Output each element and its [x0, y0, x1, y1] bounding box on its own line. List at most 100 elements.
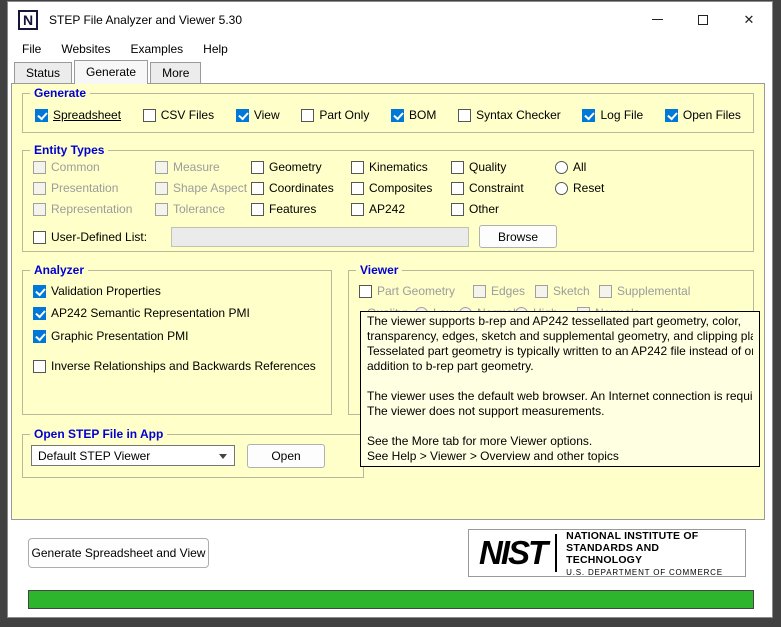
entity-col-radios: All Reset	[555, 159, 604, 201]
checkbox-icon	[458, 109, 471, 122]
tooltip-line	[367, 374, 753, 389]
checkbox-inverse-relationships[interactable]: Inverse Relationships and Backwards Refe…	[33, 358, 316, 374]
checkbox-icon	[143, 109, 156, 122]
radio-all[interactable]: All	[555, 159, 604, 175]
generate-tab-panel: Generate Spreadsheet CSV Files View Part…	[11, 83, 765, 520]
checkbox-label: Composites	[369, 181, 432, 195]
checkbox-label: Inverse Relationships and Backwards Refe…	[51, 359, 316, 373]
checkbox-icon	[599, 285, 612, 298]
checkbox-ap242-semantic-pmi[interactable]: AP242 Semantic Representation PMI	[33, 305, 250, 321]
minimize-button[interactable]	[634, 2, 680, 37]
checkbox-label: Shape Aspect	[173, 181, 247, 195]
checkbox-icon	[33, 203, 46, 216]
generate-options-row: Spreadsheet CSV Files View Part Only BOM	[23, 94, 753, 123]
checkbox-spreadsheet[interactable]: Spreadsheet	[35, 107, 121, 123]
checkbox-label: Quality	[469, 160, 506, 174]
checkbox-label: Syntax Checker	[476, 108, 561, 122]
nist-wordmark: NIST	[479, 534, 546, 572]
checkbox-icon	[35, 109, 48, 122]
checkbox-kinematics[interactable]: Kinematics	[351, 159, 432, 175]
checkbox-geometry[interactable]: Geometry	[251, 159, 334, 175]
checkbox-label: User-Defined List:	[51, 230, 147, 244]
tooltip-line	[367, 419, 753, 434]
viewer-tooltip: The viewer supports b-rep and AP242 tess…	[360, 311, 760, 467]
app-window: N STEP File Analyzer and Viewer 5.30 ✕ F…	[7, 1, 773, 618]
checkbox-composites[interactable]: Composites	[351, 180, 432, 196]
checkbox-icon	[251, 161, 264, 174]
title-bar: N STEP File Analyzer and Viewer 5.30 ✕	[8, 2, 772, 37]
entity-col-2: Measure Shape Aspect Tolerance	[155, 159, 247, 222]
entity-col-4: Kinematics Composites AP242	[351, 159, 432, 222]
checkbox-user-defined-list[interactable]: User-Defined List:	[33, 229, 147, 245]
checkbox-supplemental: Supplemental	[599, 283, 690, 299]
checkbox-ap242[interactable]: AP242	[351, 201, 432, 217]
window-title: STEP File Analyzer and Viewer 5.30	[49, 13, 242, 27]
checkbox-label: Representation	[51, 202, 132, 216]
checkbox-icon	[33, 360, 46, 373]
checkbox-icon	[155, 182, 168, 195]
app-icon: N	[18, 10, 38, 30]
menu-help[interactable]: Help	[193, 39, 238, 59]
checkbox-features[interactable]: Features	[251, 201, 334, 217]
checkbox-icon	[155, 161, 168, 174]
nist-logo-line1: NATIONAL INSTITUTE OF	[566, 530, 735, 542]
generate-group: Generate Spreadsheet CSV Files View Part…	[22, 93, 754, 133]
close-icon: ✕	[744, 12, 755, 28]
desktop: { "window": { "icon": "N", "title": "STE…	[0, 0, 781, 627]
tab-more[interactable]: More	[150, 62, 201, 83]
radio-icon	[555, 182, 568, 195]
checkbox-syntax-checker[interactable]: Syntax Checker	[458, 107, 561, 123]
checkbox-label: Geometry	[269, 160, 322, 174]
checkbox-view[interactable]: View	[236, 107, 280, 123]
nist-logo-line3: U.S. DEPARTMENT OF COMMERCE	[566, 568, 735, 577]
nist-logo-text: NATIONAL INSTITUTE OF STANDARDS AND TECH…	[566, 530, 735, 577]
checkbox-icon	[33, 231, 46, 244]
checkbox-csv-files[interactable]: CSV Files	[143, 107, 214, 123]
window-controls: ✕	[634, 2, 772, 37]
menu-websites[interactable]: Websites	[51, 39, 120, 59]
checkbox-icon	[251, 182, 264, 195]
maximize-button[interactable]	[680, 2, 726, 37]
browse-button[interactable]: Browse	[479, 225, 557, 248]
checkbox-label: AP242 Semantic Representation PMI	[51, 306, 250, 320]
checkbox-icon	[582, 109, 595, 122]
checkbox-open-files[interactable]: Open Files	[665, 107, 741, 123]
checkbox-icon	[535, 285, 548, 298]
checkbox-other[interactable]: Other	[451, 201, 524, 217]
checkbox-icon	[155, 203, 168, 216]
checkbox-quality[interactable]: Quality	[451, 159, 524, 175]
checkbox-validation-properties[interactable]: Validation Properties	[33, 283, 161, 299]
tab-generate[interactable]: Generate	[74, 60, 148, 84]
checkbox-bom[interactable]: BOM	[391, 107, 436, 123]
close-button[interactable]: ✕	[726, 2, 772, 37]
menu-examples[interactable]: Examples	[120, 39, 193, 59]
checkbox-label: Graphic Presentation PMI	[51, 329, 188, 343]
progress-bar-fill	[29, 591, 753, 608]
step-viewer-selected-value: Default STEP Viewer	[38, 449, 150, 463]
checkbox-label: Measure	[173, 160, 220, 174]
tooltip-line: The viewer does not support measurements…	[367, 404, 753, 419]
step-viewer-select[interactable]: Default STEP Viewer	[31, 445, 235, 466]
generate-spreadsheet-and-view-button[interactable]: Generate Spreadsheet and View	[28, 538, 209, 568]
checkbox-icon	[391, 109, 404, 122]
entity-types-group-label: Entity Types	[30, 143, 108, 157]
checkbox-label: Common	[51, 160, 100, 174]
checkbox-label: Supplemental	[617, 284, 690, 298]
checkbox-icon	[451, 182, 464, 195]
open-app-group-label: Open STEP File in App	[30, 427, 167, 441]
checkbox-icon	[473, 285, 486, 298]
tab-status[interactable]: Status	[14, 62, 72, 83]
tooltip-line: See the More tab for more Viewer options…	[367, 434, 753, 449]
checkbox-constraint[interactable]: Constraint	[451, 180, 524, 196]
menu-file[interactable]: File	[12, 39, 51, 59]
radio-reset[interactable]: Reset	[555, 180, 604, 196]
checkbox-label: Features	[269, 202, 316, 216]
checkbox-icon	[451, 161, 464, 174]
checkbox-part-only[interactable]: Part Only	[301, 107, 369, 123]
checkbox-graphic-presentation-pmi[interactable]: Graphic Presentation PMI	[33, 328, 188, 344]
checkbox-label: Coordinates	[269, 181, 334, 195]
open-button[interactable]: Open	[247, 444, 325, 468]
checkbox-log-file[interactable]: Log File	[582, 107, 643, 123]
checkbox-coordinates[interactable]: Coordinates	[251, 180, 334, 196]
tooltip-line: The viewer uses the default web browser.…	[367, 389, 753, 404]
